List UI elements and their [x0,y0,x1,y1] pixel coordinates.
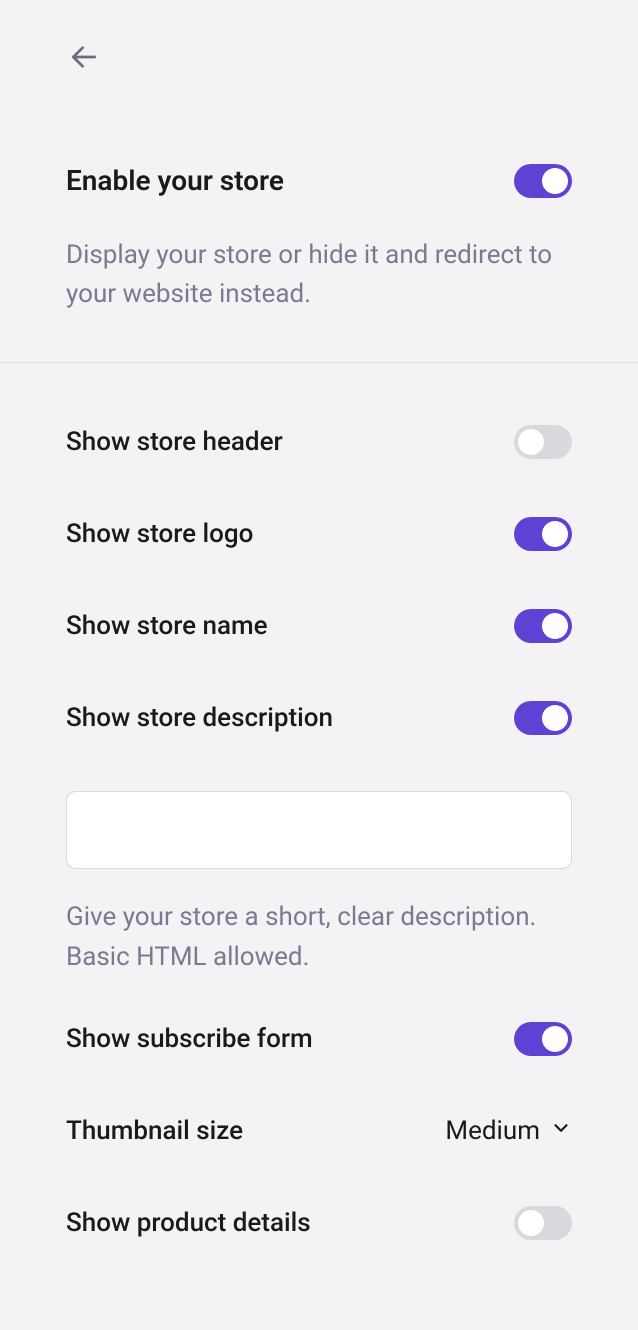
store-description-input[interactable] [66,791,572,869]
thumbnail-size-select[interactable]: Medium [445,1116,572,1146]
thumbnail-size-value: Medium [445,1116,540,1146]
thumbnail-size-label: Thumbnail size [66,1116,243,1146]
show-subscribe-toggle[interactable] [514,1022,572,1056]
show-name-toggle[interactable] [514,609,572,643]
show-details-toggle[interactable] [514,1206,572,1240]
show-logo-toggle[interactable] [514,517,572,551]
enable-store-toggle[interactable] [514,164,572,198]
enable-store-title: Enable your store [66,163,284,199]
show-name-label: Show store name [66,611,268,641]
description-hint: Give your store a short, clear descripti… [66,897,572,978]
show-description-toggle[interactable] [514,701,572,735]
show-subscribe-label: Show subscribe form [66,1024,313,1054]
show-logo-label: Show store logo [66,519,253,549]
show-details-label: Show product details [66,1208,311,1238]
show-header-toggle[interactable] [514,425,572,459]
back-button[interactable] [66,40,102,76]
arrow-left-icon [68,41,100,76]
chevron-down-icon [550,1116,572,1146]
show-header-label: Show store header [66,427,283,457]
show-description-label: Show store description [66,703,333,733]
enable-store-description: Display your store or hide it and redire… [66,236,572,314]
